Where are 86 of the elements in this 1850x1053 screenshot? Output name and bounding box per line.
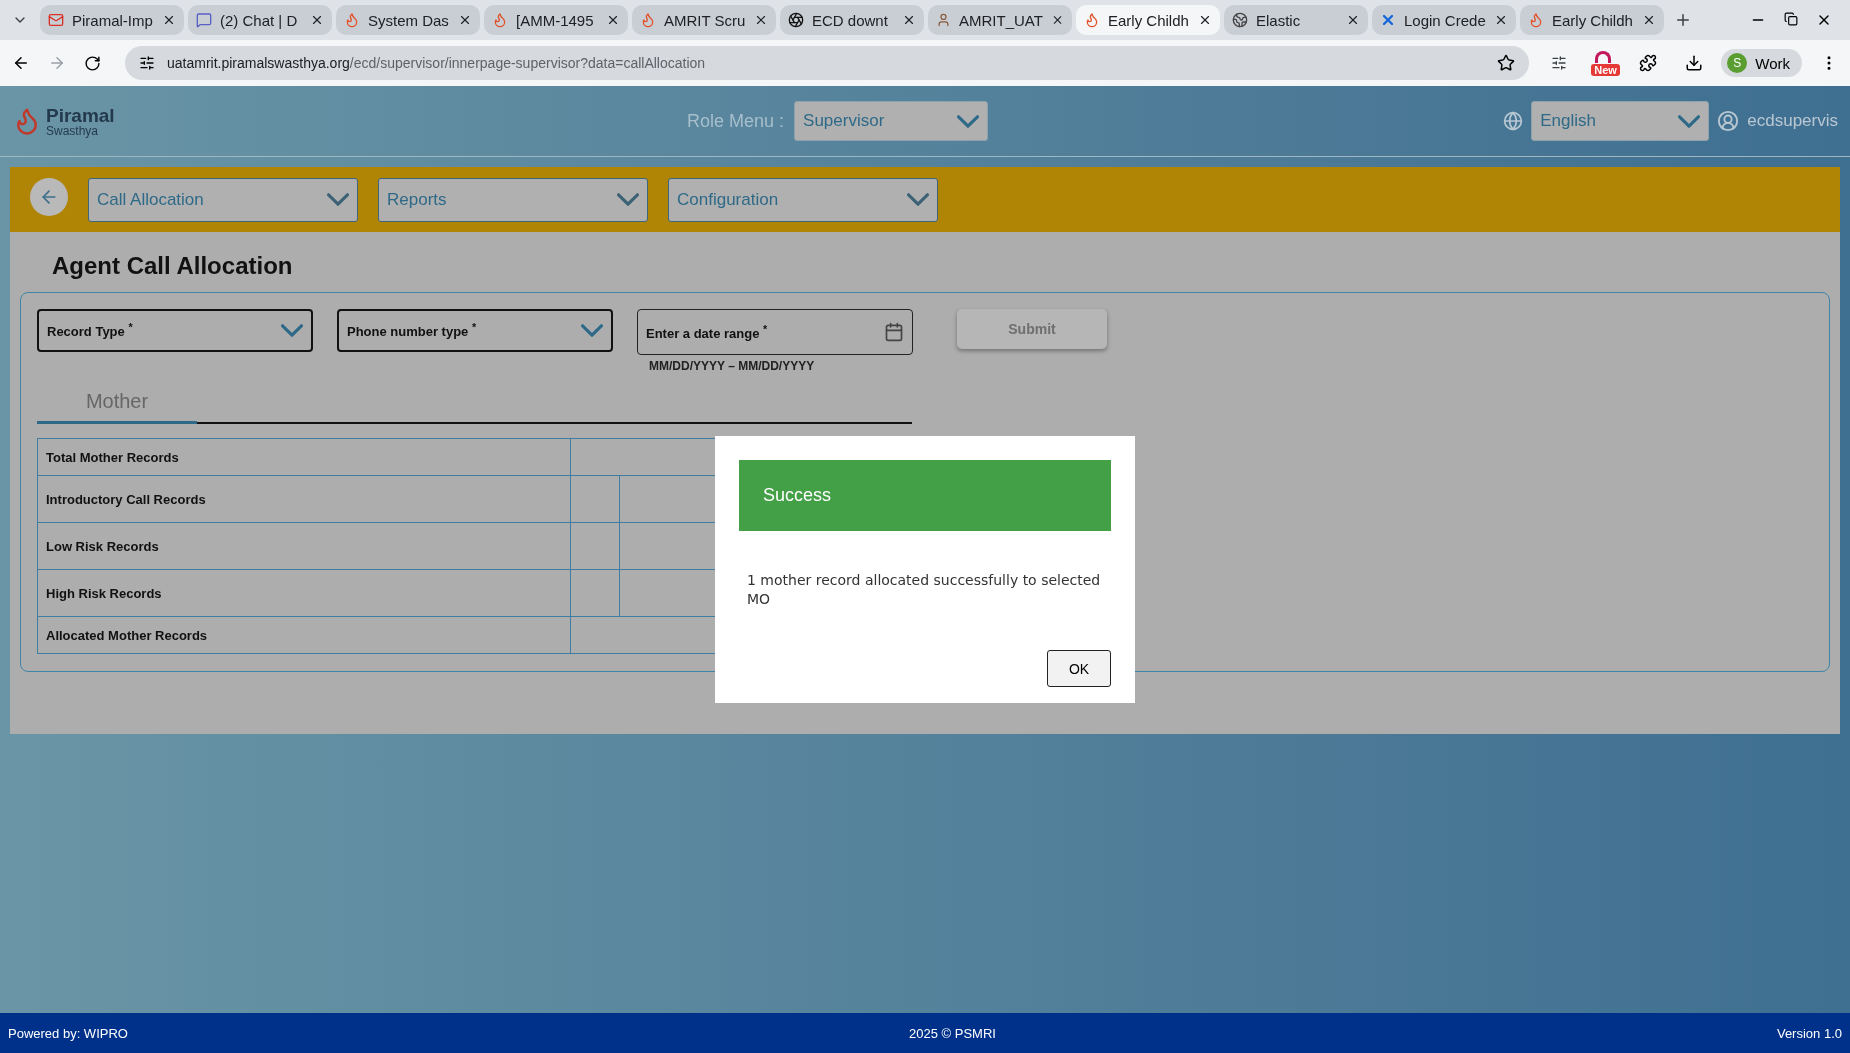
tab-title: Elastic — [1256, 11, 1302, 29]
close-icon[interactable] — [1642, 13, 1656, 27]
browser-tab[interactable]: ECD downt — [780, 5, 924, 35]
tab-title: AMRIT_UAT — [959, 11, 1043, 29]
cross-icon — [1380, 12, 1396, 28]
chevron-down-icon — [617, 193, 639, 206]
tab-title: (2) Chat | D — [220, 11, 299, 29]
close-icon[interactable] — [606, 13, 620, 27]
flame-icon — [492, 12, 508, 28]
aperture-icon — [788, 12, 804, 28]
table-cell: Low Risk Records — [38, 523, 571, 569]
close-icon[interactable] — [1346, 13, 1360, 27]
chevron-down-icon — [581, 324, 603, 337]
tab-title: Login Crede — [1404, 11, 1486, 29]
new-tab-icon[interactable] — [1674, 11, 1692, 29]
browser-tab[interactable]: AMRIT_UAT — [928, 5, 1072, 35]
logo-subtitle: Swasthya — [46, 124, 100, 137]
dialog-title: Success — [739, 460, 1111, 531]
calendar-icon[interactable] — [884, 322, 904, 342]
select-field[interactable]: Phone number type $^{*}$ — [337, 309, 613, 352]
browser-tab[interactable]: (2) Chat | D — [188, 5, 332, 35]
browser-tab[interactable]: Elastic — [1224, 5, 1368, 35]
tab-title: Early Childh — [1108, 11, 1190, 29]
tab-title: Piramal-Imp — [72, 11, 154, 29]
ok-button[interactable]: OK — [1047, 650, 1111, 687]
table-cell: Introductory Call Records — [38, 476, 571, 522]
user-icon[interactable] — [1717, 110, 1740, 132]
close-icon[interactable] — [310, 13, 324, 27]
browser-tab[interactable]: Piramal-Imp — [40, 5, 184, 35]
reload-icon[interactable] — [84, 54, 101, 72]
logo-text: Piramal — [46, 105, 115, 125]
table-cell: Total Mother Records — [38, 439, 571, 475]
download-icon[interactable] — [1685, 54, 1704, 72]
date-range-field[interactable]: Enter a date range $^{*}$ — [637, 309, 913, 355]
url-text: uatamrit.piramalswasthya.org/ecd/supervisor/innerpage-supervisor?data=callAllocation — [167, 55, 707, 71]
date-format-hint: MM/DD/YYYY – MM/DD/YYYY — [649, 359, 816, 373]
footer-version: Version 1.0 — [1776, 1025, 1842, 1041]
dialog-message: 1 mother record allocated successfully to selected MO — [747, 571, 1102, 609]
tab-title: System Das — [368, 11, 450, 29]
browser-tab[interactable]: System Das — [336, 5, 480, 35]
tab-title: AMRIT Scru — [664, 11, 746, 29]
browser-tab[interactable]: AMRIT Scru — [632, 5, 776, 35]
page-title: Agent Call Allocation — [52, 252, 294, 280]
new-badge: New — [1591, 64, 1620, 76]
extension-icon[interactable] — [1551, 55, 1568, 71]
back-icon[interactable] — [12, 54, 30, 72]
close-icon[interactable] — [902, 13, 916, 27]
close-icon[interactable] — [754, 13, 768, 27]
close-icon[interactable] — [1494, 13, 1508, 27]
flame-icon — [344, 12, 360, 28]
tab-title: [AMM-1495 — [516, 11, 595, 29]
mail-icon — [48, 12, 64, 28]
language-icon — [1503, 111, 1524, 131]
chevron-down-icon — [1678, 114, 1701, 128]
extensions-icon[interactable] — [1639, 54, 1658, 72]
person-icon — [936, 12, 951, 28]
browser-tab[interactable]: [AMM-1495 — [484, 5, 628, 35]
tab-title: ECD downt — [812, 11, 889, 29]
bookmark-star-icon[interactable] — [1497, 54, 1516, 72]
close-icon[interactable] — [1198, 13, 1212, 27]
role-menu-label: Role Menu : — [687, 110, 785, 132]
restore-icon[interactable] — [1784, 12, 1798, 26]
flame-icon — [1528, 12, 1544, 28]
browser-tab[interactable]: Early Childh — [1076, 5, 1220, 35]
profile-button[interactable]: S Work — [1721, 49, 1802, 77]
chevron-down-icon — [327, 193, 349, 206]
close-icon[interactable] — [162, 13, 176, 27]
table-cell: Allocated Mother Records — [38, 617, 571, 653]
table-cell: High Risk Records — [38, 570, 571, 616]
tab-title: Early Childh — [1552, 11, 1634, 29]
site-info-icon[interactable] — [139, 55, 155, 71]
flame-icon — [1084, 12, 1100, 28]
chat-icon — [196, 12, 212, 28]
footer-text: Powered by: WIPRO — [8, 1025, 128, 1041]
browser-tab[interactable]: Login Crede — [1372, 5, 1516, 35]
close-icon[interactable] — [458, 13, 472, 27]
globe-icon — [1232, 12, 1248, 28]
chevron-down-icon — [281, 324, 303, 337]
flame-icon — [640, 12, 656, 28]
profile-avatar: S — [1727, 53, 1748, 73]
select-field[interactable]: Record Type $^{*}$ — [37, 309, 313, 352]
browser-tab[interactable]: Early Childh — [1520, 5, 1664, 35]
footer-copyright: 2025 © PSMRI — [909, 1025, 996, 1041]
address-bar[interactable]: uatamrit.piramalswasthya.org/ecd/supervisor/innerpage-supervisor?data=callAllocation — [125, 46, 1530, 80]
chevron-down-icon — [957, 114, 980, 128]
chevron-down-icon — [907, 193, 929, 206]
